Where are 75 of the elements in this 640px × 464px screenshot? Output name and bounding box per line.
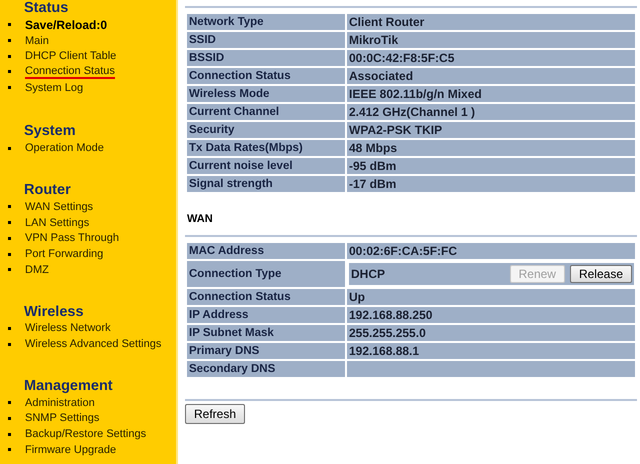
nav-link[interactable]: LAN Settings xyxy=(25,216,90,230)
nav-link[interactable]: DMZ xyxy=(25,262,49,277)
bullet-icon xyxy=(8,205,11,208)
label-cell: Connection Type xyxy=(186,260,346,288)
label-cell: Wireless Mode xyxy=(186,85,346,103)
nav-link[interactable]: Main xyxy=(25,34,49,48)
section-title: WAN xyxy=(187,213,214,225)
value-cell: IEEE 802.11b/g/n Mixed xyxy=(346,85,636,103)
value-cell: 00:02:6F:CA:5F:FC xyxy=(346,242,636,260)
label-cell: Tx Data Rates(Mbps) xyxy=(186,139,346,157)
label-cell: MAC Address xyxy=(186,242,346,260)
nav-link[interactable]: Administration xyxy=(25,396,95,410)
refresh-button[interactable]: Refresh xyxy=(185,404,246,424)
label-cell: SSID xyxy=(186,31,346,49)
nav-link[interactable]: VPN Pass Through xyxy=(25,231,119,246)
value-cell: 255.255.255.0 xyxy=(346,324,636,342)
section-heading: Wireless xyxy=(24,304,85,321)
section-heading: Management xyxy=(24,378,114,395)
bullet-icon xyxy=(8,401,11,404)
nav-link[interactable]: WAN Settings xyxy=(25,200,94,214)
nav-link[interactable]: Wireless Advanced Settings xyxy=(25,337,162,352)
bullet-icon xyxy=(8,70,11,74)
bullet-icon xyxy=(8,54,11,58)
label-cell: Network Type xyxy=(186,13,346,31)
label-cell: Secondary DNS xyxy=(186,360,346,378)
nav-link[interactable]: Connection Status xyxy=(25,64,115,79)
section-heading: Status xyxy=(24,0,70,17)
bullet-icon xyxy=(8,268,11,272)
bullet-icon xyxy=(8,39,11,42)
value-cell: Client Router xyxy=(346,13,636,31)
nav-link[interactable]: DHCP Client Table xyxy=(25,49,116,64)
label-cell: IP Subnet Mask xyxy=(186,324,346,342)
label-cell: Connection Status xyxy=(186,288,346,306)
bullet-icon xyxy=(8,236,11,240)
nav-link[interactable]: SNMP Settings xyxy=(25,411,100,426)
label-cell: IP Address xyxy=(186,306,346,324)
bullet-icon xyxy=(8,86,11,90)
bullet-icon xyxy=(8,23,11,26)
section-heading: Router xyxy=(24,182,72,200)
status-text: Save/Reload:0 xyxy=(25,18,108,32)
label-cell: Security xyxy=(186,121,346,139)
nav-link[interactable]: System Log xyxy=(25,80,84,95)
nav-link[interactable]: Firmware Upgrade xyxy=(25,442,116,457)
label-cell: Primary DNS xyxy=(186,342,346,360)
label-cell: BSSID xyxy=(186,49,346,67)
value-cell: -17 dBm xyxy=(346,175,636,193)
bullet-icon xyxy=(8,342,11,346)
nav-link[interactable]: Wireless Network xyxy=(25,321,111,336)
value-cell: 00:0C:42:F8:5F:C5 xyxy=(346,49,636,67)
nav-link[interactable]: Backup/Restore Settings xyxy=(25,427,146,442)
value-text: DHCP xyxy=(351,267,386,281)
bullet-icon xyxy=(8,416,11,420)
value-cell: WPA2-PSK TKIP xyxy=(346,121,636,139)
bullet-icon xyxy=(8,432,11,436)
nav-link[interactable]: Operation Mode xyxy=(25,141,104,156)
section-heading: System xyxy=(24,123,77,140)
value-cell: -95 dBm xyxy=(346,157,636,175)
value-cell: 192.168.88.250 xyxy=(346,306,636,324)
bullet-icon xyxy=(8,326,11,330)
value-cell: MikroTik xyxy=(346,31,636,49)
action-button[interactable]: Release xyxy=(570,265,632,283)
label-cell: Signal strength xyxy=(186,175,346,193)
value-cell: 48 Mbps xyxy=(346,139,636,157)
value-cell: 2.412 GHz(Channel 1 ) xyxy=(346,103,636,121)
label-cell: Connection Status xyxy=(186,67,346,85)
bullet-icon xyxy=(8,146,11,150)
value-cell: Up xyxy=(346,288,636,306)
bullet-icon xyxy=(8,252,11,256)
nav-link[interactable]: Port Forwarding xyxy=(25,247,104,262)
bullet-icon xyxy=(8,221,11,224)
label-cell: Current noise level xyxy=(186,157,346,175)
value-cell: 192.168.88.1 xyxy=(346,342,636,360)
bullet-icon xyxy=(8,448,11,452)
label-cell: Current Channel xyxy=(186,103,346,121)
value-cell: Associated xyxy=(346,67,636,85)
